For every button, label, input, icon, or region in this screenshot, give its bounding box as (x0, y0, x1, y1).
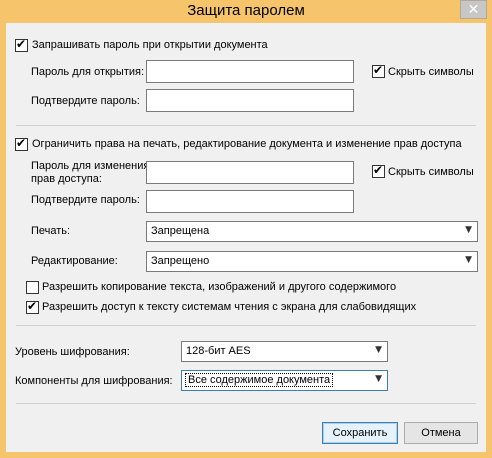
edit-select[interactable]: Запрещено ▼ (146, 251, 478, 272)
hide-symbols-permissions-label: Скрыть символы (388, 166, 474, 178)
encryption-level-value: 128-бит AES (186, 345, 251, 357)
password-protection-dialog: Защита паролем ✕ Запрашивать пароль при … (0, 0, 492, 458)
open-password-field[interactable] (146, 60, 354, 83)
allow-screenreader-label: Разрешить доступ к тексту системам чтени… (42, 301, 417, 313)
confirm-open-password-label: Подтвердите пароль: (31, 95, 140, 107)
dialog-title: Защита паролем (187, 2, 305, 19)
encryption-components-label: Компоненты для шифрования: (15, 375, 173, 387)
confirm-open-password-field[interactable] (146, 89, 354, 112)
allow-screenreader-checkbox[interactable] (26, 299, 39, 314)
encryption-level-select[interactable]: 128-бит AES ▼ (181, 341, 388, 362)
restrict-rights-checkbox[interactable] (15, 136, 28, 151)
print-select[interactable]: Запрещена ▼ (146, 221, 478, 242)
edit-select-value: Запрещено (151, 255, 210, 267)
edit-label: Редактирование: (31, 255, 118, 267)
print-select-value: Запрещена (151, 225, 210, 237)
allow-copy-label: Разрешить копирование текста, изображени… (42, 281, 397, 293)
open-password-label: Пароль для открытия: (31, 66, 145, 78)
encryption-components-select[interactable]: Все содержимое документа ▼ (181, 370, 388, 391)
title-bar[interactable]: Защита паролем ✕ (0, 0, 492, 23)
encryption-components-value: Все содержимое документа (184, 373, 334, 387)
permissions-password-label-line2: прав доступа: (31, 173, 102, 185)
dialog-body: Запрашивать пароль при открытии документ… (6, 23, 486, 452)
confirm-permissions-password-label: Подтвердите пароль: (31, 194, 140, 206)
require-password-checkbox[interactable] (15, 37, 28, 52)
restrict-rights-label: Ограничить права на печать, редактирован… (32, 138, 462, 150)
confirm-permissions-password-field[interactable] (146, 190, 354, 213)
hide-symbols-open-checkbox[interactable] (372, 63, 385, 78)
permissions-password-field[interactable] (146, 161, 354, 184)
permissions-password-label-line1: Пароль для изменения (31, 160, 150, 172)
chevron-down-icon: ▼ (375, 345, 382, 355)
cancel-button[interactable]: Отмена (404, 422, 478, 444)
chevron-down-icon: ▼ (465, 255, 472, 265)
require-password-label: Запрашивать пароль при открытии документ… (32, 39, 268, 51)
print-label: Печать: (31, 225, 71, 237)
save-button[interactable]: Сохранить (322, 422, 398, 444)
chevron-down-icon: ▼ (375, 374, 382, 384)
hide-symbols-permissions-checkbox[interactable] (372, 163, 385, 178)
separator (16, 325, 476, 326)
separator (16, 125, 476, 126)
chevron-down-icon: ▼ (465, 225, 472, 235)
encryption-level-label: Уровень шифрования: (15, 346, 130, 358)
close-button[interactable]: ✕ (460, 0, 487, 19)
hide-symbols-open-label: Скрыть символы (388, 66, 474, 78)
separator (16, 403, 476, 404)
allow-copy-checkbox[interactable] (26, 281, 39, 294)
